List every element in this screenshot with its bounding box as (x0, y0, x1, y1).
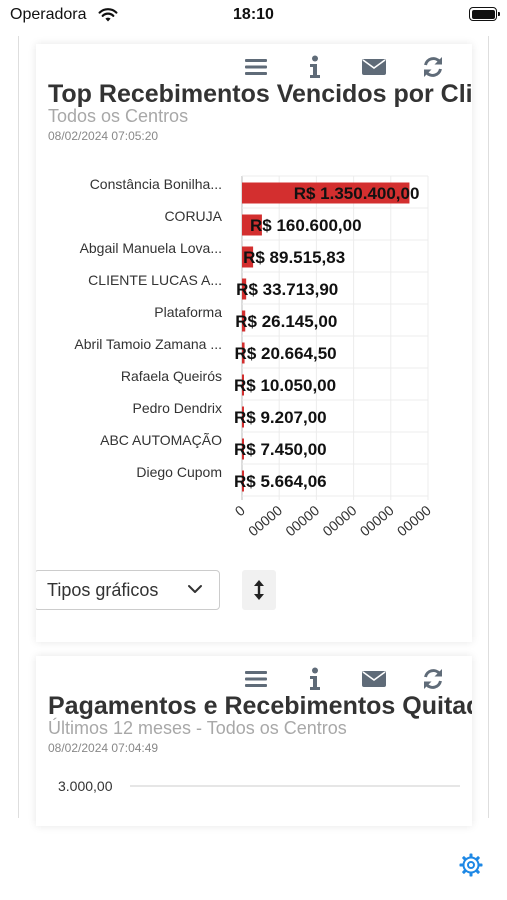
x-tick-label: 00000 (245, 502, 285, 539)
data-label: R$ 160.600,00 (250, 216, 362, 235)
category-label: CLIENTE LUCAS A... (88, 272, 222, 288)
vertical-resize-icon (254, 580, 264, 600)
chart-type-select[interactable]: Tipos gráficos (36, 570, 220, 610)
category-label: Abril Tamoio Zamana ... (74, 336, 222, 352)
chart-card-settled-payments: Pagamentos e Recebimentos Quitado Último… (36, 656, 472, 826)
chart-card-overdue-receivables: Top Recebimentos Vencidos por Clie Todos… (36, 44, 472, 642)
chart-2-axis: 3.000,00 (58, 778, 460, 794)
status-time: 18:10 (233, 6, 274, 23)
category-label: Abgail Manuela Lova... (80, 240, 222, 256)
data-label: R$ 33.713,90 (236, 280, 338, 299)
data-label: R$ 7.450,00 (234, 440, 327, 459)
category-label: Constância Bonilha... (90, 176, 222, 192)
x-tick-label: 0 (232, 502, 248, 519)
chart-type-select-label: Tipos gráficos (47, 580, 159, 600)
x-tick-label: 00000 (394, 502, 434, 539)
gear-icon[interactable] (458, 852, 484, 878)
horizontal-bar-chart: Constância Bonilha... R$ 1.350.400,00 CORU… (74, 175, 434, 539)
data-label: R$ 26.145,00 (235, 312, 337, 331)
category-label: CORUJA (164, 208, 222, 224)
frame-border-left (18, 36, 19, 818)
data-label: R$ 9.207,00 (234, 408, 327, 427)
category-label: Plataforma (154, 304, 222, 320)
category-label: Rafaela Queirós (121, 368, 222, 384)
frame-border-right (488, 36, 489, 818)
status-bar: Operadora 18:10 (0, 0, 507, 32)
data-label: R$ 1.350.400,00 (294, 184, 420, 203)
data-label: R$ 20.664,50 (235, 344, 337, 363)
category-label: Pedro Dendrix (133, 400, 223, 416)
x-tick-label: 00000 (319, 502, 359, 539)
x-tick-label: 00000 (357, 502, 397, 539)
category-label: ABC AUTOMAÇÃO (100, 432, 222, 448)
data-label: R$ 10.050,00 (234, 376, 336, 395)
data-label: R$ 5.664,06 (234, 472, 327, 491)
battery-icon (469, 7, 500, 21)
chevron-down-icon (188, 585, 202, 593)
x-tick-label: 00000 (282, 502, 322, 539)
data-label: R$ 89.515,83 (243, 248, 345, 267)
category-label: Diego Cupom (136, 464, 222, 480)
y-tick-label: 3.000,00 (58, 778, 113, 794)
resize-button[interactable] (242, 570, 276, 610)
